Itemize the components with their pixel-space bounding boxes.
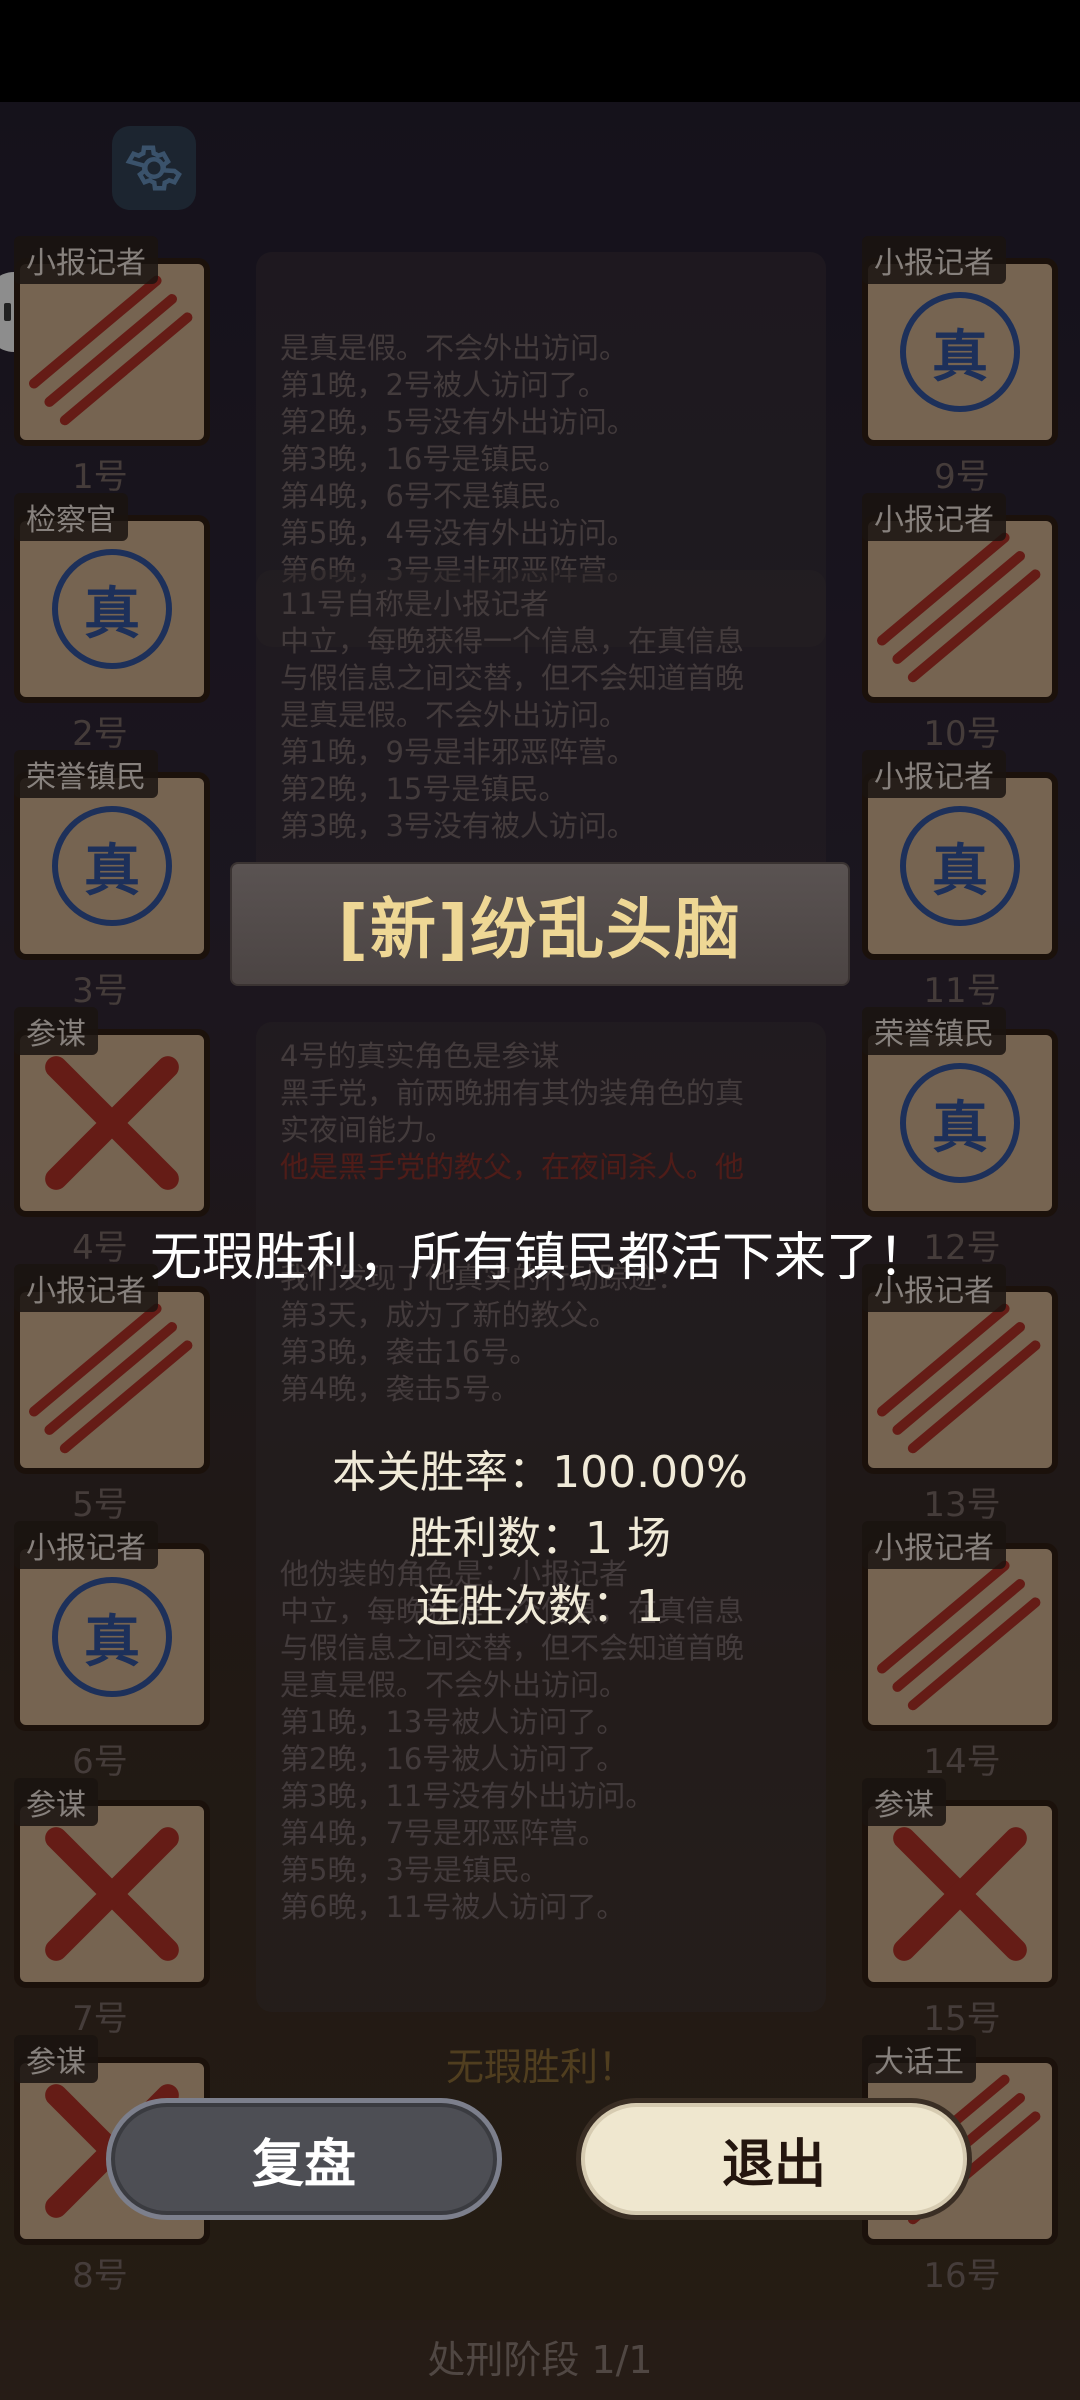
result-title: [新]纷乱头脑 xyxy=(230,862,850,986)
win-count-text: 胜利数：1 场 xyxy=(409,1513,671,1564)
status-bar xyxy=(0,0,1080,102)
streak-text: 连胜次数：1 xyxy=(416,1581,664,1632)
win-rate-text: 本关胜率：100.00% xyxy=(332,1447,748,1498)
review-button[interactable]: 复盘 xyxy=(106,2098,502,2220)
exit-button[interactable]: 退出 xyxy=(576,2098,972,2220)
game-screen: 小报记者 1号真检察官 2号真荣誉镇民 3号 参谋 4号 小报记者 5号真小报记者 6号 参谋 7号… xyxy=(0,0,1080,2400)
result-headline: 无瑕胜利，所有镇民都活下来了！ xyxy=(149,1228,930,1288)
